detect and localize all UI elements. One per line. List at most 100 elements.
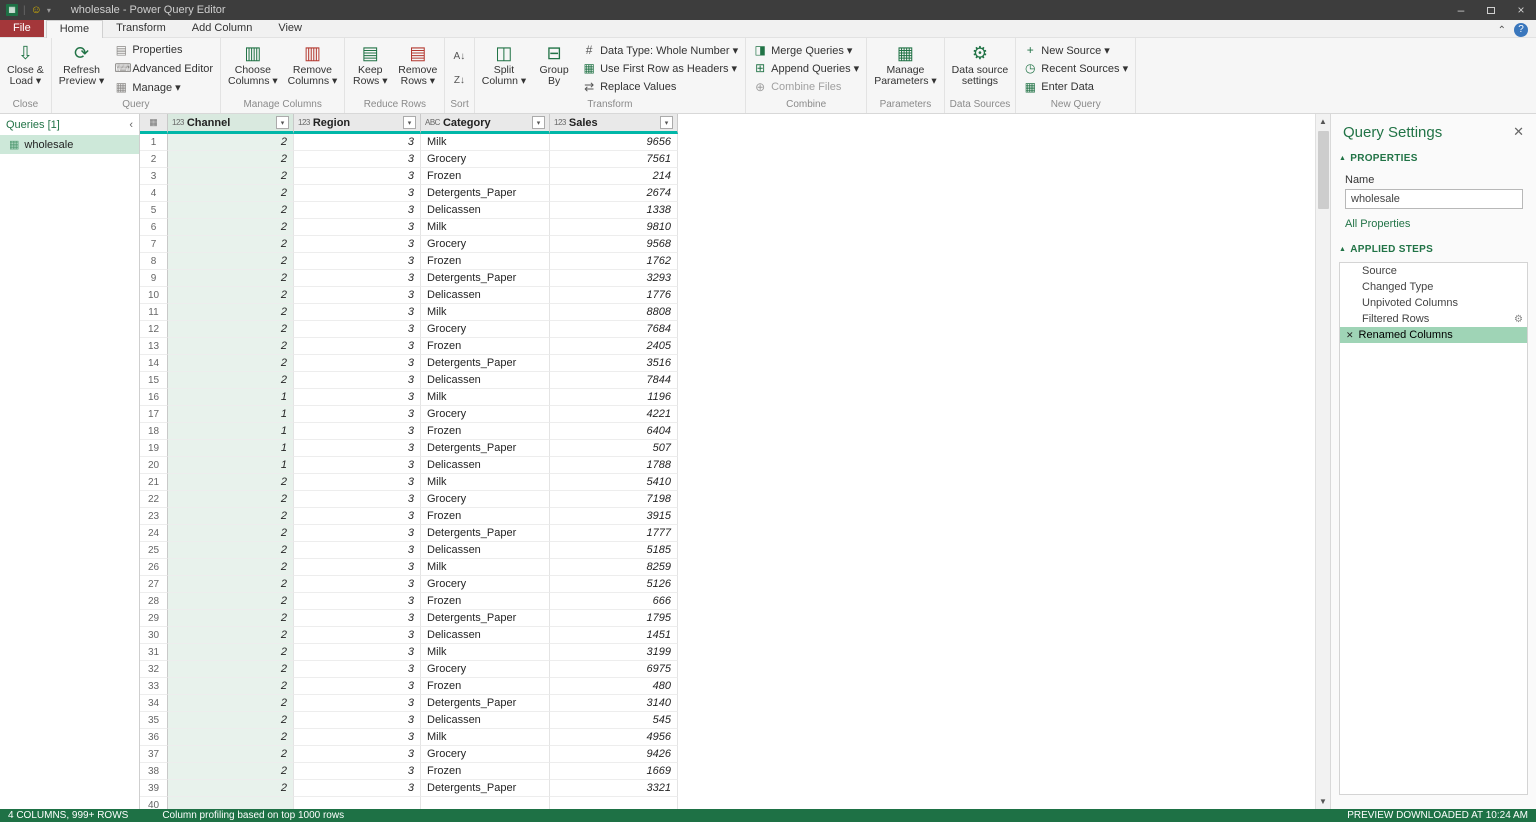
cell[interactable]: 3 (294, 219, 421, 236)
cell[interactable]: 2 (168, 202, 294, 219)
collapse-ribbon-icon[interactable]: ⌃ (1498, 25, 1506, 36)
cell[interactable]: 3 (294, 287, 421, 304)
cell[interactable]: 2 (168, 491, 294, 508)
cell[interactable]: 3 (294, 457, 421, 474)
cell[interactable]: 545 (550, 712, 678, 729)
keep-rows-button[interactable]: ▤Keep Rows ▾ (348, 39, 392, 98)
cell[interactable]: Detergents_Paper (421, 525, 550, 542)
combine-files-button[interactable]: ⊕Combine Files (749, 79, 863, 96)
cell[interactable]: 3 (294, 678, 421, 695)
scrollbar-thumb[interactable] (1318, 131, 1329, 209)
cell[interactable]: 3 (294, 355, 421, 372)
cell[interactable]: 2 (168, 678, 294, 695)
cell[interactable]: 3 (294, 406, 421, 423)
cell[interactable]: Milk (421, 559, 550, 576)
cell[interactable]: 3 (294, 474, 421, 491)
cell[interactable]: 3 (294, 304, 421, 321)
cell[interactable]: 6404 (550, 423, 678, 440)
cell[interactable]: 2 (168, 746, 294, 763)
cell[interactable]: 7198 (550, 491, 678, 508)
group-by-button[interactable]: ⊟Group By (532, 39, 576, 98)
cell[interactable]: 9568 (550, 236, 678, 253)
help-icon[interactable]: ? (1514, 23, 1528, 37)
cell[interactable]: 2 (168, 508, 294, 525)
cell[interactable]: Detergents_Paper (421, 610, 550, 627)
cell[interactable]: Grocery (421, 746, 550, 763)
cell[interactable]: 1451 (550, 627, 678, 644)
cell[interactable]: Grocery (421, 661, 550, 678)
use-first-row-as-headers-button[interactable]: ▦Use First Row as Headers ▾ (578, 60, 742, 77)
cell[interactable]: 3140 (550, 695, 678, 712)
column-header-sales[interactable]: 123Sales▾ (550, 114, 678, 134)
cell[interactable]: 2 (168, 695, 294, 712)
cell[interactable]: 1 (168, 457, 294, 474)
cell[interactable]: 3 (294, 542, 421, 559)
close-settings-icon[interactable]: ✕ (1513, 124, 1524, 140)
cell[interactable]: 3 (294, 627, 421, 644)
cell[interactable]: 3 (294, 576, 421, 593)
cell[interactable]: 2 (168, 355, 294, 372)
cell[interactable]: Detergents_Paper (421, 185, 550, 202)
cell[interactable]: 7844 (550, 372, 678, 389)
tab-view[interactable]: View (265, 20, 315, 37)
cell[interactable]: 3 (294, 559, 421, 576)
cell[interactable]: 5126 (550, 576, 678, 593)
cell[interactable]: 2 (168, 321, 294, 338)
cell[interactable]: 3915 (550, 508, 678, 525)
delete-step-icon[interactable]: ✕ (1346, 330, 1354, 341)
cell[interactable]: Milk (421, 474, 550, 491)
merge-queries-button[interactable]: ◨Merge Queries ▾ (749, 42, 863, 59)
cell[interactable]: 2 (168, 134, 294, 151)
cell[interactable]: Frozen (421, 593, 550, 610)
sort-za-icon-button[interactable]: Z↓ (448, 72, 470, 89)
cell[interactable]: Grocery (421, 576, 550, 593)
cell[interactable]: 4956 (550, 729, 678, 746)
cell[interactable]: Frozen (421, 423, 550, 440)
cell[interactable]: Delicassen (421, 202, 550, 219)
cell[interactable]: 3 (294, 525, 421, 542)
cell[interactable]: Detergents_Paper (421, 780, 550, 797)
cell[interactable]: Milk (421, 389, 550, 406)
cell[interactable]: Delicassen (421, 627, 550, 644)
scroll-up-icon[interactable]: ▲ (1316, 114, 1330, 129)
recent-sources-button[interactable]: ◷Recent Sources ▾ (1019, 60, 1132, 77)
minimize-button[interactable]: – (1446, 0, 1476, 20)
cell[interactable]: 1 (168, 440, 294, 457)
refresh-preview-button[interactable]: ⟳Refresh Preview ▾ (55, 39, 109, 98)
cell[interactable]: 1669 (550, 763, 678, 780)
cell[interactable]: 2 (168, 644, 294, 661)
replace-values-button[interactable]: ⇄Replace Values (578, 79, 742, 96)
cell[interactable]: 3 (294, 644, 421, 661)
cell[interactable]: 3 (294, 440, 421, 457)
cell[interactable]: Milk (421, 304, 550, 321)
cell[interactable]: 3 (294, 338, 421, 355)
new-source-button[interactable]: +New Source ▾ (1019, 42, 1132, 59)
cell[interactable]: 3 (294, 746, 421, 763)
cell[interactable]: 2 (168, 729, 294, 746)
feedback-smiley-icon[interactable]: ☺ (31, 4, 42, 16)
cell[interactable]: 8808 (550, 304, 678, 321)
cell[interactable]: 9426 (550, 746, 678, 763)
cell[interactable]: 666 (550, 593, 678, 610)
cell[interactable]: Grocery (421, 236, 550, 253)
cell[interactable]: Delicassen (421, 542, 550, 559)
cell[interactable]: Milk (421, 134, 550, 151)
enter-data-button[interactable]: ▦Enter Data (1019, 79, 1132, 96)
filter-dropdown-icon[interactable]: ▾ (276, 116, 289, 129)
cell[interactable]: 480 (550, 678, 678, 695)
cell[interactable]: 1762 (550, 253, 678, 270)
cell[interactable]: 1776 (550, 287, 678, 304)
query-item-wholesale[interactable]: ▦wholesale (0, 135, 139, 154)
properties-section-header[interactable]: ▲ PROPERTIES (1331, 151, 1536, 166)
cell[interactable]: 4221 (550, 406, 678, 423)
cell[interactable]: 1795 (550, 610, 678, 627)
cell[interactable]: 2 (168, 542, 294, 559)
cell[interactable]: Grocery (421, 321, 550, 338)
cell[interactable]: Frozen (421, 338, 550, 355)
cell[interactable]: 3 (294, 134, 421, 151)
cell[interactable]: 2 (168, 576, 294, 593)
cell[interactable] (550, 797, 678, 809)
data-type-whole-number-button[interactable]: #Data Type: Whole Number ▾ (578, 42, 742, 59)
tab-add-column[interactable]: Add Column (179, 20, 266, 37)
cell[interactable]: 2 (168, 372, 294, 389)
